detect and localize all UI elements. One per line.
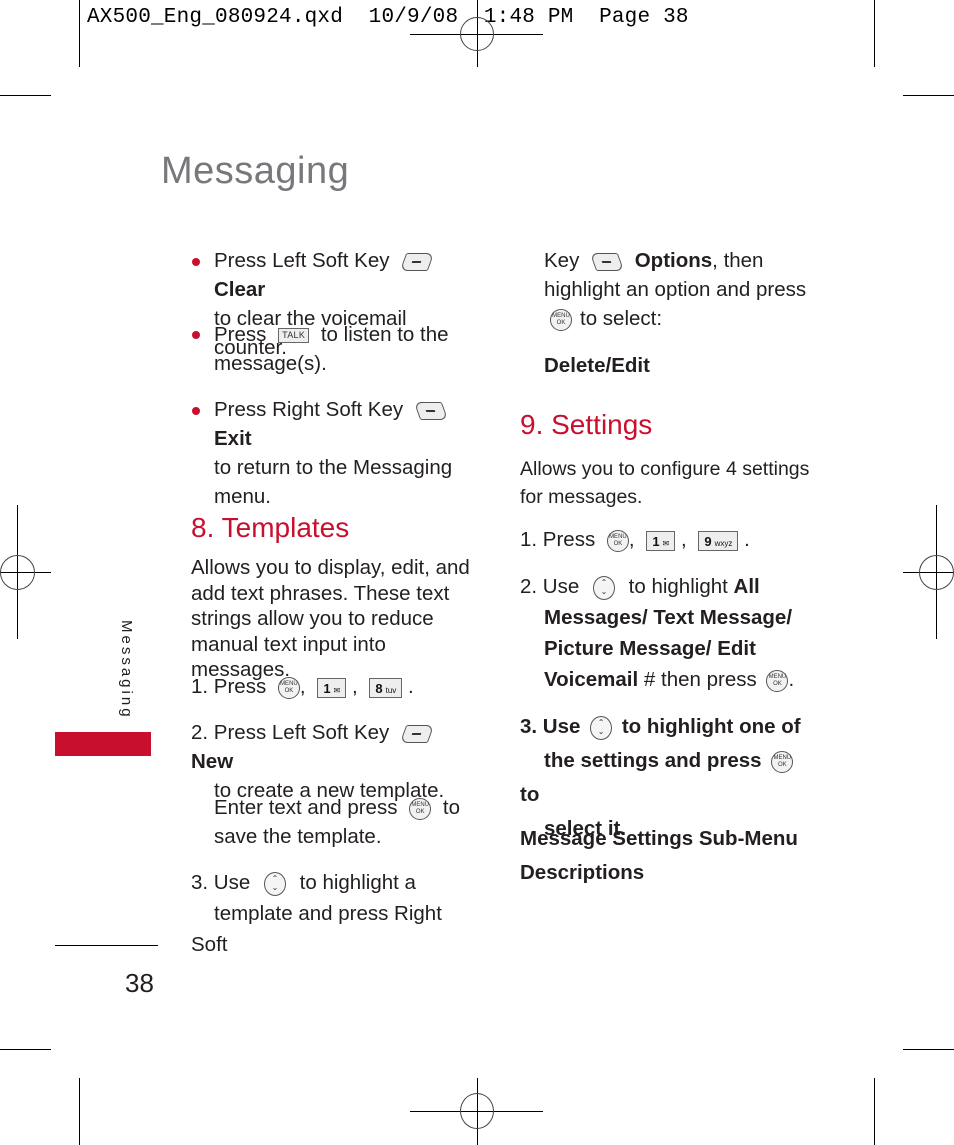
submenu-heading: Message Settings Sub-Menu Descriptions (520, 822, 820, 890)
right-soft-key-icon (589, 252, 625, 271)
setting-name: Picture Message/ Edit (544, 637, 756, 660)
crop-mark (874, 0, 875, 67)
page-title: Messaging (161, 150, 350, 192)
text: to highlight a (299, 871, 416, 894)
text: for messages. (520, 486, 643, 508)
text: save the template. (214, 825, 382, 848)
settings-step-1: 1. Press MENU OK, 1 ✉ , 9 wxyz . (520, 528, 750, 552)
left-soft-key-icon (399, 252, 435, 271)
templates-step-3: 3. Use ⌃ ⌄ to highlight a template and pr… (191, 867, 481, 960)
settings-description: Allows you to configure 4 settings for m… (520, 455, 820, 511)
talk-key-icon: TALK (278, 328, 310, 344)
bullet-icon (192, 407, 200, 415)
text: Press Right Soft Key (214, 398, 404, 421)
text: highlight an option and press (544, 278, 807, 301)
key-label: Exit (214, 427, 252, 450)
section-title-templates: 8. Templates (191, 512, 350, 543)
text: Press (214, 323, 267, 346)
menu-ok-key-icon: MENU OK (771, 750, 794, 773)
crop-mark (903, 95, 954, 96)
text: 2. Use (520, 575, 580, 598)
registration-circle (0, 555, 35, 590)
text: # then press (643, 668, 757, 691)
navigation-key-icon: ⌃ ⌄ (263, 871, 286, 896)
text: to highlight one of (621, 715, 801, 738)
menu-ok-key-icon: MENU OK (277, 676, 300, 699)
setting-name: Voicemail (544, 668, 639, 691)
bullet-talk: Press TALK to listen to the message(s). (214, 320, 484, 378)
text: add text phrases. These text (191, 581, 450, 605)
option-delete-edit: Delete/Edit (544, 354, 650, 377)
setting-name: All (733, 575, 760, 598)
print-slug: AX500_Eng_080924.qxd 10/9/08 1:48 PM Pag… (87, 6, 689, 29)
crop-mark (0, 1049, 51, 1050)
options-continuation: Key Options, then highlight an option an… (544, 246, 834, 333)
crop-mark (79, 0, 80, 67)
right-soft-key-icon (413, 401, 449, 420)
templates-step-2-enter: Enter text and press MENU OK to save the … (214, 793, 484, 851)
text: menu. (214, 485, 271, 508)
text: to (442, 796, 460, 819)
navigation-key-icon: ⌃ ⌄ (592, 575, 615, 600)
key-9-icon: 9 wxyz (698, 530, 739, 551)
text: 1. Press (520, 528, 596, 551)
registration-circle (460, 1093, 494, 1129)
text: Enter text and press (214, 796, 398, 819)
crop-mark (79, 1078, 80, 1145)
navigation-key-icon: ⌃ ⌄ (590, 715, 613, 740)
text: 2. Press Left Soft Key (191, 721, 390, 744)
menu-ok-key-icon: MENU OK (606, 529, 629, 552)
text: Allows you to display, edit, and (191, 556, 470, 579)
section-title-settings: 9. Settings (520, 409, 653, 440)
text: Allows you to configure 4 settings (520, 458, 810, 480)
text: strings allow you to reduce (191, 607, 434, 630)
text: to select: (580, 307, 663, 330)
text: template and press Right Soft (191, 902, 442, 956)
crop-mark (874, 1078, 875, 1145)
crop-mark (903, 1049, 954, 1050)
key-8-icon: 8 tuv (369, 677, 403, 698)
registration-circle (919, 555, 954, 590)
registration-circle (460, 17, 494, 51)
settings-step-2: 2. Use ⌃ ⌄ to highlight All Messages/ Tex… (520, 575, 795, 692)
text: , then (712, 249, 764, 272)
bullet-icon (192, 331, 200, 339)
left-soft-key-icon (399, 724, 435, 743)
text: 3. Use (191, 871, 251, 894)
text: Message Settings Sub-Menu (520, 827, 798, 850)
key-label: Clear (214, 278, 266, 301)
text: to (520, 783, 540, 806)
side-tab-label: Messaging (118, 620, 135, 720)
key-label: Options (634, 249, 713, 272)
text: to return to the Messaging (214, 456, 453, 479)
templates-step-1: 1. Press MENU OK, 1 ✉ , 8 tuv . (191, 675, 414, 699)
menu-ok-key-icon: MENU OK (550, 308, 572, 331)
key-1-icon: 1 ✉ (646, 530, 676, 551)
text: Key (544, 249, 580, 272)
side-tab-bar (55, 732, 151, 756)
text: to highlight (628, 575, 728, 598)
bullet-icon (192, 258, 200, 266)
text: Press Left Soft Key (214, 249, 390, 272)
text: message(s). (214, 352, 327, 375)
text: the settings and press (544, 749, 762, 772)
page-number: 38 (125, 968, 154, 998)
text: Descriptions (520, 861, 645, 884)
menu-ok-key-icon: MENU OK (766, 669, 789, 692)
menu-ok-key-icon: MENU OK (409, 797, 432, 820)
text: to listen to the (320, 323, 449, 346)
templates-step-2: 2. Press Left Soft Key New to create a n… (191, 718, 481, 805)
key-1-icon: 1 ✉ (317, 677, 347, 698)
templates-description: Allows you to display, edit, and add tex… (191, 555, 481, 683)
text: 1. Press (191, 675, 267, 698)
text: 3. Use (520, 715, 581, 738)
bullet-exit: Press Right Soft Key Exit to return to t… (214, 395, 484, 511)
footer-rule (55, 945, 158, 946)
key-label: New (191, 750, 234, 773)
setting-name: Messages/ Text Message/ (544, 606, 793, 629)
crop-mark (0, 95, 51, 96)
